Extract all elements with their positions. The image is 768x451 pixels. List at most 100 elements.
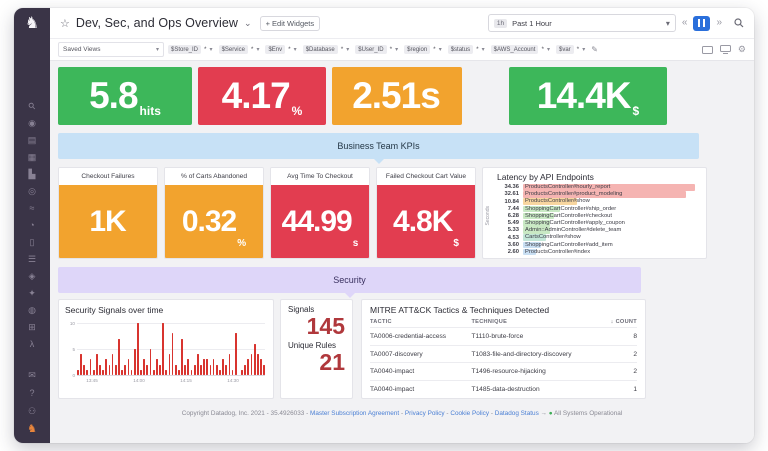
query-value-percent[interactable]: 4.17 % bbox=[198, 67, 326, 125]
table-row[interactable]: TA0006-credential-accessT1110-brute-forc… bbox=[370, 327, 637, 345]
footer-link[interactable]: Datadog Status bbox=[495, 410, 539, 417]
toplist-row[interactable]: 4.53CartsController#show bbox=[497, 234, 700, 241]
team-icon[interactable]: ⚇ bbox=[24, 405, 40, 417]
toplist-row[interactable]: 2.60ProductsController#index bbox=[497, 249, 700, 256]
toplist-row[interactable]: 6.28ShoppingCartController#checkout bbox=[497, 213, 700, 220]
column-header-count[interactable]: ↓ COUNT bbox=[600, 319, 637, 325]
template-variable-pill[interactable]: $var*▾ bbox=[556, 45, 585, 54]
template-variable-pill[interactable]: $User_ID*▾ bbox=[355, 45, 398, 54]
time-range-selector[interactable]: 1h Past 1 Hour ▾ bbox=[488, 14, 676, 32]
template-variable-pill[interactable]: $Env*▾ bbox=[265, 45, 296, 54]
table-row[interactable]: TA0040-impactT1496-resource-hijacking2 bbox=[370, 362, 637, 380]
title-chevron-down-icon[interactable]: ⌄ bbox=[244, 18, 252, 29]
pause-button[interactable] bbox=[693, 16, 710, 31]
edit-variables-pencil-icon[interactable]: ✎ bbox=[591, 45, 598, 54]
table-row[interactable]: TA0040-impactT1485-data-destruction1 bbox=[370, 380, 637, 398]
metrics-icon[interactable]: ≈ bbox=[24, 202, 40, 214]
search-icon[interactable] bbox=[734, 18, 744, 28]
help-icon[interactable]: ? bbox=[24, 387, 40, 399]
widget-title: Security Signals over time bbox=[65, 305, 267, 315]
footer: Copyright Datadog, Inc. 2021 - 35.492603… bbox=[58, 410, 746, 417]
variable-value[interactable]: * bbox=[476, 46, 479, 53]
query-value-seconds[interactable]: 2.51s bbox=[332, 67, 462, 125]
variable-value[interactable]: * bbox=[341, 46, 344, 53]
widget-title: Latency by API Endpoints bbox=[497, 172, 700, 182]
signals-count-widget[interactable]: Signals 145 Unique Rules 21 bbox=[280, 299, 353, 399]
search-icon[interactable]: ⚲ bbox=[22, 96, 42, 116]
bar bbox=[235, 333, 237, 375]
toplist-row[interactable]: 34.36ProductsController#hourly_report bbox=[497, 184, 700, 191]
kpi-avg-time-checkout[interactable]: Avg Time To Checkout 44.99 s bbox=[270, 167, 370, 259]
security-icon[interactable]: ◈ bbox=[24, 270, 40, 282]
template-variable-pill[interactable]: $Database*▾ bbox=[303, 45, 350, 54]
saved-views-dropdown[interactable]: Saved Views ▾ bbox=[58, 42, 164, 57]
query-value-dollars[interactable]: 14.4K $ bbox=[509, 67, 667, 125]
kpi-checkout-failures[interactable]: Checkout Failures 1K bbox=[58, 167, 158, 259]
kpi-carts-abandoned[interactable]: % of Carts Abandoned 0.32 % bbox=[164, 167, 264, 259]
toplist-value: 7.44 bbox=[497, 206, 519, 212]
monitors-icon[interactable]: ◎ bbox=[24, 185, 40, 197]
latency-toplist-widget[interactable]: Latency by API Endpoints Seconds 34.36Pr… bbox=[482, 167, 707, 259]
table-body: TA0006-credential-accessT1110-brute-forc… bbox=[370, 327, 637, 397]
favorite-star-icon[interactable]: ☆ bbox=[60, 17, 70, 30]
rum-icon[interactable]: ◍ bbox=[24, 304, 40, 316]
dashboard-title[interactable]: Dev, Sec, and Ops Overview bbox=[76, 16, 238, 30]
variable-value[interactable]: * bbox=[251, 46, 254, 53]
variable-value[interactable]: * bbox=[390, 46, 393, 53]
time-forward-button[interactable]: » bbox=[715, 16, 723, 30]
events-icon[interactable]: ▤ bbox=[24, 134, 40, 146]
variable-value[interactable]: * bbox=[204, 46, 207, 53]
notebooks-icon[interactable]: ▯ bbox=[24, 236, 40, 248]
column-header-tactic[interactable]: TACTIC bbox=[370, 319, 471, 325]
time-backward-button[interactable]: « bbox=[681, 16, 689, 30]
infrastructure-icon[interactable]: ▙ bbox=[24, 168, 40, 180]
synthetics-icon[interactable]: ✦ bbox=[24, 287, 40, 299]
edit-widgets-button[interactable]: + Edit Widgets bbox=[260, 16, 321, 31]
toplist-bar-track: ProductsController#hourly_report bbox=[523, 184, 700, 191]
serverless-icon[interactable]: λ bbox=[24, 338, 40, 350]
widget-title: Checkout Failures bbox=[59, 168, 157, 185]
query-value-hits[interactable]: 5.8 hits bbox=[58, 67, 192, 125]
chat-icon[interactable]: ✉ bbox=[24, 369, 40, 381]
bar bbox=[105, 359, 107, 375]
column-header-technique[interactable]: TECHNIQUE bbox=[471, 319, 599, 325]
kpi-unit: % bbox=[292, 104, 303, 118]
toplist-bar-track: ShoppingCartController#checkout bbox=[523, 213, 700, 220]
variable-value[interactable]: * bbox=[433, 46, 436, 53]
logs-icon[interactable]: ☰ bbox=[24, 253, 40, 265]
variable-value[interactable]: * bbox=[541, 46, 544, 53]
user-avatar[interactable]: ♞ bbox=[24, 423, 40, 435]
footer-link[interactable]: Master Subscription Agreement bbox=[310, 410, 399, 417]
tv-mode-icon[interactable] bbox=[702, 46, 713, 54]
toplist-row[interactable]: 5.49ShoppingCartController#apply_coupon bbox=[497, 220, 700, 227]
dashboards-icon[interactable]: ▦ bbox=[24, 151, 40, 163]
toplist-row[interactable]: 10.84ProductsController#show bbox=[497, 198, 700, 205]
variable-value[interactable]: * bbox=[288, 46, 291, 53]
chevron-down-icon: ▾ bbox=[346, 46, 349, 53]
template-variable-pill[interactable]: $region*▾ bbox=[404, 45, 442, 54]
kpi-failed-cart-value[interactable]: Failed Checkout Cart Value 4.8K $ bbox=[376, 167, 476, 259]
settings-gear-icon[interactable]: ⚙ bbox=[738, 44, 746, 55]
toplist-row[interactable]: 32.61ProductsController#product_modeling bbox=[497, 191, 700, 198]
variable-value[interactable]: * bbox=[577, 46, 580, 53]
integrations-icon[interactable]: ⊞ bbox=[24, 321, 40, 333]
footer-link[interactable]: Cookie Policy bbox=[450, 410, 489, 417]
template-variable-pill[interactable]: $Service*▾ bbox=[219, 45, 260, 54]
template-variable-pill[interactable]: $AWS_Account*▾ bbox=[491, 45, 550, 54]
toplist-value: 32.61 bbox=[497, 191, 519, 197]
apm-icon[interactable]: ◔ bbox=[24, 219, 40, 231]
fullscreen-monitor-icon[interactable] bbox=[720, 45, 731, 54]
watchdog-icon[interactable]: ◉ bbox=[24, 117, 40, 129]
template-variable-pill[interactable]: $status*▾ bbox=[448, 45, 485, 54]
bar bbox=[162, 323, 164, 375]
toplist-row[interactable]: 7.44ShoppingCartController#ship_order bbox=[497, 206, 700, 213]
toplist-row[interactable]: 3.60ShoppingCartController#add_item bbox=[497, 242, 700, 249]
security-signals-chart-widget[interactable]: Security Signals over time 051013:4514:0… bbox=[58, 299, 274, 399]
table-row[interactable]: TA0007-discoveryT1083-file-and-directory… bbox=[370, 345, 637, 363]
mitre-table-widget[interactable]: MITRE ATT&CK Tactics & Techniques Detect… bbox=[361, 299, 646, 399]
footer-link[interactable]: Privacy Policy bbox=[405, 410, 445, 417]
datadog-logo-icon[interactable]: ♞ bbox=[22, 14, 42, 34]
template-variable-pill[interactable]: $Store_ID*▾ bbox=[168, 45, 213, 54]
toplist-row[interactable]: 5.33Admin::AdminController#delete_team bbox=[497, 227, 700, 234]
bar bbox=[115, 365, 117, 375]
